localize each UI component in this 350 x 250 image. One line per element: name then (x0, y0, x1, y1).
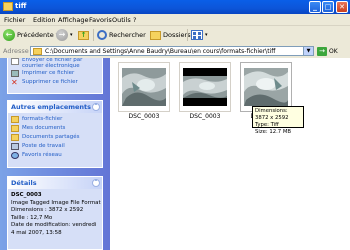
file-info-tooltip: Dimensions: 3872 x 2592 Type: Tiff Size:… (252, 106, 304, 135)
collapse-chevron-icon[interactable]: ˄ (92, 103, 100, 111)
details-size: Taille : 12,7 Mo (11, 214, 53, 221)
place-documents-partages[interactable]: Documents partagés (8, 133, 102, 142)
menu-help[interactable]: ? (133, 16, 136, 24)
back-label: Précédente (17, 31, 54, 39)
window-title: tiff (15, 2, 27, 10)
task-print[interactable]: Imprimer ce fichier (8, 69, 102, 78)
close-button[interactable]: ✕ (336, 1, 348, 13)
go-button[interactable]: → OK (317, 47, 338, 56)
search-label: Rechercher (109, 31, 146, 39)
details-modified: Date de modification: vendredi 4 mai 200… (11, 222, 97, 236)
my-documents-icon (11, 125, 19, 132)
menu-fichier[interactable]: Fichier (4, 16, 25, 24)
other-places-header[interactable]: Autres emplacements ˄ (8, 101, 102, 113)
address-dropdown-button[interactable]: ▼ (303, 47, 313, 55)
folders-icon (150, 30, 161, 40)
printer-icon (11, 70, 19, 77)
details-dimensions: Dimensions : 3872 x 2592 (11, 207, 84, 213)
toolbar: ← Précédente ▾ → ▾ ↑ Rechercher Dossiers (0, 26, 350, 45)
details-pane: Détails ˄ DSC_0003 Image Tagged Image Fi… (7, 176, 103, 250)
task-pane: Envoyer ce fichier par courrier électron… (0, 58, 110, 250)
search-button[interactable]: Rechercher (97, 28, 146, 42)
address-input[interactable]: C:\Documents and Settings\Anne Baudry\Bu… (30, 46, 314, 56)
search-icon (97, 30, 107, 40)
network-places-icon (11, 152, 19, 159)
menu-affichage[interactable]: Affichage (58, 16, 89, 24)
title-bar[interactable]: tiff _ □ ✕ (0, 0, 350, 14)
file-name[interactable]: DSC_0003 (179, 113, 231, 120)
file-tasks-pane: Envoyer ce fichier par courrier électron… (7, 58, 103, 94)
toolbar-separator (187, 29, 188, 41)
forward-button[interactable]: → ▾ (56, 28, 73, 42)
folder-icon (3, 2, 13, 11)
task-email[interactable]: Envoyer ce fichier par courrier électron… (8, 58, 100, 69)
file-thumbnail[interactable] (179, 62, 231, 112)
folder-up-icon: ↑ (78, 30, 89, 40)
toolbar-separator (93, 29, 94, 41)
file-thumbnail[interactable] (118, 62, 170, 112)
forward-arrow-icon: → (56, 29, 68, 41)
chevron-down-icon: ▾ (205, 32, 208, 38)
address-bar: Adresse C:\Documents and Settings\Anne B… (0, 44, 350, 59)
back-button[interactable]: ← Précédente ▾ (3, 28, 58, 42)
tooltip-dimensions: Dimensions: 3872 x 2592 (255, 108, 289, 121)
task-delete[interactable]: ✕ Supprimer ce fichier (8, 78, 102, 87)
address-label: Adresse (3, 47, 29, 55)
place-formats-fichier[interactable]: formats-fichier (8, 115, 102, 124)
menu-favoris[interactable]: Favoris (89, 16, 112, 24)
other-places-pane: Autres emplacements ˄ formats-fichier Me… (7, 100, 103, 168)
views-button[interactable]: ▾ (191, 28, 208, 42)
folder-icon (33, 48, 42, 55)
tooltip-type: Type: Tiff (255, 122, 279, 128)
go-arrow-icon: → (317, 47, 327, 56)
collapse-chevron-icon[interactable]: ˄ (92, 179, 100, 187)
envelope-icon (11, 58, 19, 65)
file-thumbnail-hovered[interactable] (240, 62, 292, 112)
maximize-button[interactable]: □ (322, 1, 334, 13)
minimize-button[interactable]: _ (309, 1, 321, 13)
my-computer-icon (11, 143, 19, 150)
menu-bar: Fichier Edition Affichage Favoris Outils… (0, 14, 350, 39)
photo-thumbnail-image (183, 68, 227, 106)
menu-edition[interactable]: Edition (33, 16, 56, 24)
shared-documents-icon (11, 134, 19, 141)
back-arrow-icon: ← (3, 29, 15, 41)
file-list-area[interactable]: DSC_0003 DSC_0003 (110, 58, 350, 250)
delete-x-icon: ✕ (11, 78, 18, 87)
views-icon (191, 30, 203, 40)
tooltip-size: Size: 12.7 MB (255, 129, 292, 135)
details-header[interactable]: Détails ˄ (8, 177, 102, 189)
photo-thumbnail-image (244, 68, 288, 106)
folders-button[interactable]: Dossiers (150, 28, 191, 42)
address-path: C:\Documents and Settings\Anne Baudry\Bu… (45, 48, 276, 55)
explorer-window: tiff _ □ ✕ Fichier Edition Affichage Fav… (0, 0, 350, 250)
up-folder-button[interactable]: ↑ (78, 28, 89, 42)
place-poste-de-travail[interactable]: Poste de travail (8, 142, 102, 151)
folder-icon (11, 116, 19, 123)
photo-thumbnail-image (122, 68, 166, 106)
chevron-down-icon: ▾ (70, 32, 73, 38)
details-file-type: Image Tagged Image File Format (11, 199, 101, 206)
details-file-name: DSC_0003 (11, 192, 42, 198)
place-mes-documents[interactable]: Mes documents (8, 124, 102, 133)
file-name[interactable]: DSC_0003 (118, 113, 170, 120)
menu-outils[interactable]: Outils (112, 16, 131, 24)
place-favoris-reseau[interactable]: Favoris réseau (8, 151, 102, 160)
go-label: OK (329, 48, 338, 55)
